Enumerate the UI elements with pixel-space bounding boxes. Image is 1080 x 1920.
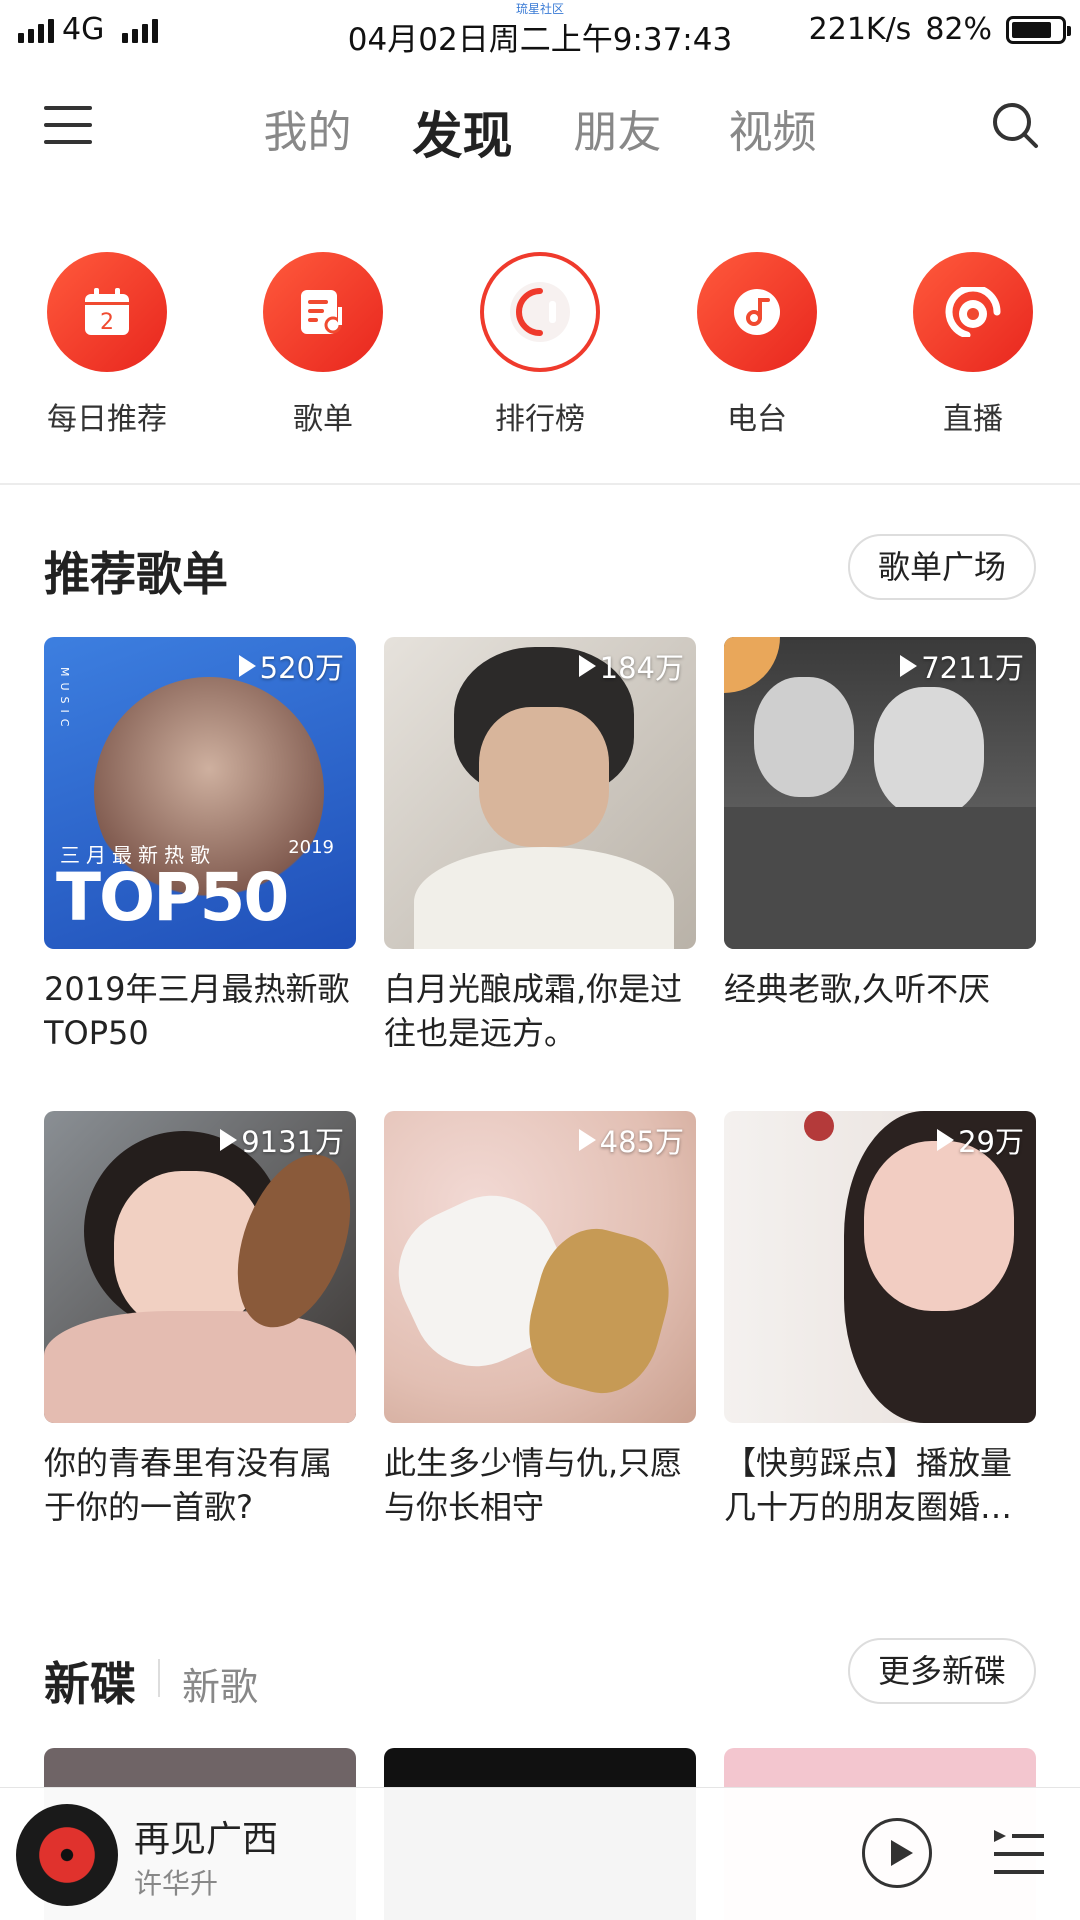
playlist-plaza-button[interactable]: 歌单广场 <box>848 534 1037 600</box>
play-icon[interactable] <box>862 1818 932 1888</box>
network-speed: 221K/s <box>808 12 912 47</box>
tag-icon <box>724 637 780 693</box>
status-bar: 4G 琉星社区 04月02日周二上午9:37:43 221K/s 82% <box>0 0 1080 62</box>
cover-year: 2019 <box>288 837 334 858</box>
cover-headline: TOP50 <box>56 859 289 936</box>
battery-fill <box>1012 21 1052 38</box>
entry-label: 排行榜 <box>495 402 585 437</box>
playlist-title: 白月光酿成霜,你是过往也是远方。 <box>384 970 683 1052</box>
now-playing-artist: 许华升 <box>134 1867 219 1900</box>
now-playing-title[interactable]: 再见广西 <box>134 1810 278 1862</box>
entry-charts[interactable]: 排行榜 <box>440 252 640 438</box>
entry-label: 直播 <box>943 402 1003 437</box>
calendar-icon: 2 <box>47 252 167 372</box>
search-icon[interactable] <box>990 100 1040 150</box>
play-count-icon <box>220 1129 238 1151</box>
playlist-title: 经典老歌,久听不厌 <box>724 970 991 1008</box>
play-count: 184万 <box>578 645 684 687</box>
tab-video[interactable]: 视频 <box>695 96 850 168</box>
recommended-title: 推荐歌单 <box>44 547 228 601</box>
play-count: 485万 <box>578 1119 684 1161</box>
tab-friends[interactable]: 朋友 <box>540 96 695 168</box>
mini-player: 再见广西 许华升 <box>0 1787 1080 1920</box>
status-right: 221K/s 82% <box>808 12 1071 47</box>
play-count: 29万 <box>937 1119 1024 1161</box>
calendar-day: 2 <box>100 310 114 335</box>
play-count: 520万 <box>238 645 344 687</box>
top-nav: 我的 发现 朋友 视频 <box>0 70 1080 180</box>
playlist-title: 2019年三月最热新歌TOP50 <box>44 970 350 1052</box>
play-count-icon <box>900 655 918 677</box>
chart-icon <box>480 252 600 372</box>
title-separator <box>158 1659 160 1697</box>
playlist-title: 此生多少情与仇,只愿与你长相守 <box>384 1444 683 1526</box>
playlist-card[interactable]: 184万 白月光酿成霜,你是过往也是远方。 <box>384 637 696 1055</box>
more-discs-button[interactable]: 更多新碟 <box>848 1638 1037 1704</box>
entry-playlist[interactable]: 歌单 <box>223 252 423 438</box>
live-icon <box>913 252 1033 372</box>
album-disc[interactable] <box>16 1804 118 1906</box>
entry-daily[interactable]: 2 每日推荐 <box>7 252 207 438</box>
playlist-title: 【快剪踩点】播放量几十万的朋友圈婚… <box>724 1444 1013 1526</box>
top-tabs: 我的 发现 朋友 视频 <box>0 96 1080 168</box>
tab-mine[interactable]: 我的 <box>230 96 385 168</box>
quick-entries: 2 每日推荐 歌单 排行榜 电台 直播 <box>0 252 1080 452</box>
play-count-icon <box>578 1129 596 1151</box>
section-divider <box>0 483 1080 485</box>
tab-discover[interactable]: 发现 <box>385 96 540 168</box>
playlist-card[interactable]: 485万 此生多少情与仇,只愿与你长相守 <box>384 1111 696 1529</box>
new-disc-title[interactable]: 新碟 <box>44 1648 136 1714</box>
playlist-queue-icon[interactable] <box>990 1824 1046 1884</box>
playlist-icon <box>263 252 383 372</box>
discover-screen: 4G 琉星社区 04月02日周二上午9:37:43 221K/s 82% 我的 … <box>0 0 1080 1920</box>
playlist-card[interactable]: 9131万 你的青春里有没有属于你的一首歌? <box>44 1111 356 1529</box>
play-count: 7211万 <box>900 645 1024 687</box>
new-songs-tab[interactable]: 新歌 <box>182 1656 258 1711</box>
entry-label: 电台 <box>727 402 787 437</box>
battery-icon <box>1006 15 1071 44</box>
radio-icon <box>697 252 817 372</box>
play-count-icon <box>578 655 596 677</box>
entry-live[interactable]: 直播 <box>873 252 1073 438</box>
entry-radio[interactable]: 电台 <box>657 252 857 438</box>
play-count-icon <box>937 1129 955 1151</box>
play-count: 9131万 <box>220 1119 344 1161</box>
battery-percent: 82% <box>925 12 992 47</box>
entry-label: 歌单 <box>293 402 353 437</box>
playlist-card[interactable]: 29万 【快剪踩点】播放量几十万的朋友圈婚… <box>724 1111 1036 1529</box>
playlist-card[interactable]: MUSIC 三月最新热歌 2019 TOP50 520万 2019年三月最热新歌… <box>44 637 356 1055</box>
playlist-card[interactable]: 7211万 经典老歌,久听不厌 <box>724 637 1036 1011</box>
playlist-title: 你的青春里有没有属于你的一首歌? <box>44 1444 333 1526</box>
entry-label: 每日推荐 <box>47 402 167 437</box>
play-count-icon <box>238 655 256 677</box>
